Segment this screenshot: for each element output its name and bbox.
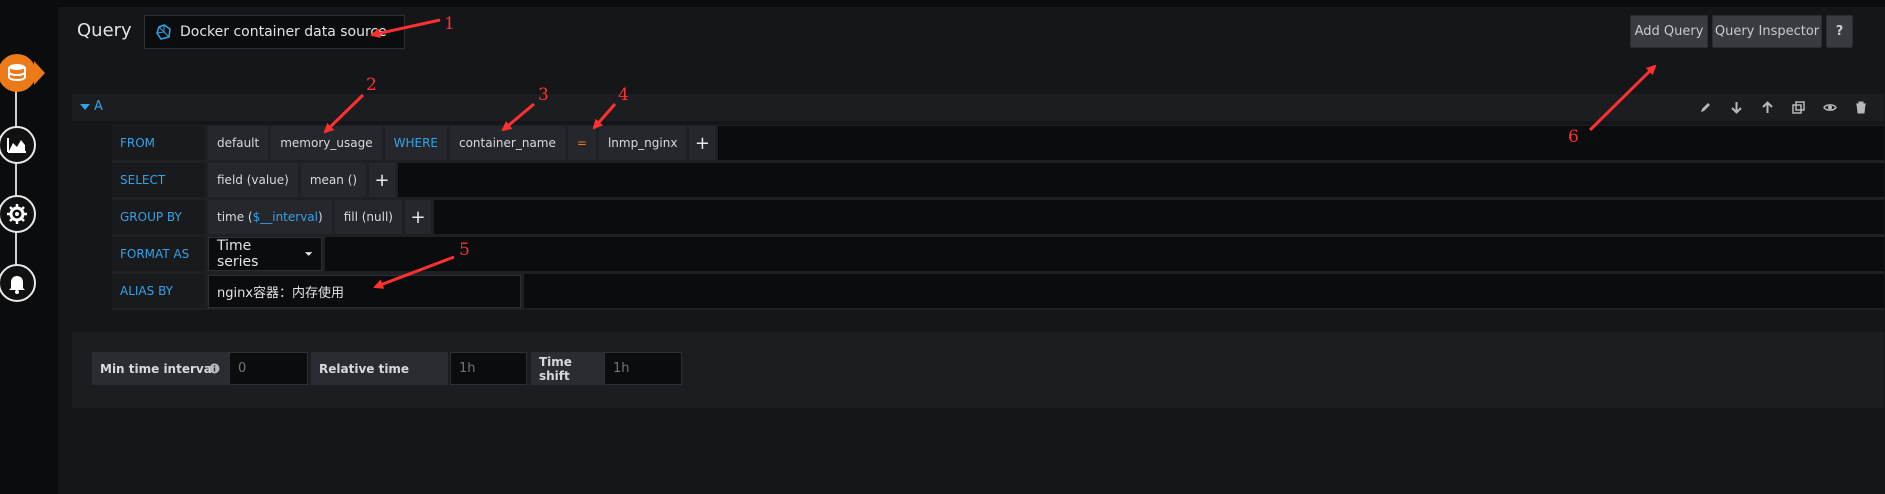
annotation-number-3: 3 xyxy=(538,85,549,105)
annotation-arrows xyxy=(323,18,1657,289)
annotation-number-6: 6 xyxy=(1568,127,1579,147)
annotation-number-4: 4 xyxy=(618,85,629,105)
annotation-number-2: 2 xyxy=(366,75,377,95)
annotation-arrow-2 xyxy=(323,93,365,134)
annotation-arrow-4 xyxy=(592,103,617,130)
annotation-number-5: 5 xyxy=(459,240,470,260)
annotation-arrow-3 xyxy=(501,102,535,132)
annotation-arrow-6 xyxy=(1588,64,1657,132)
annotation-arrow-5 xyxy=(373,255,455,289)
annotation-arrow-1 xyxy=(370,18,441,39)
annotation-number-1: 1 xyxy=(444,14,455,34)
